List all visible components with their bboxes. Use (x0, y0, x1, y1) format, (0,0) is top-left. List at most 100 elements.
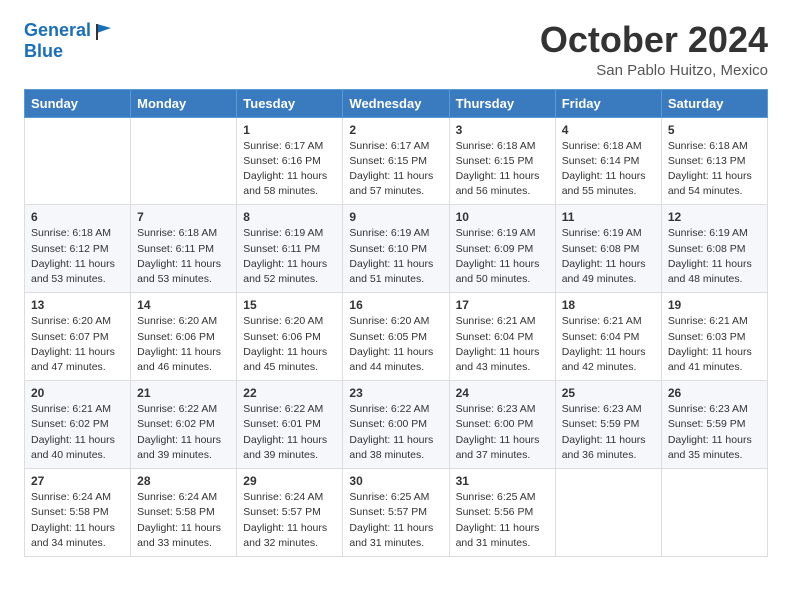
weekday-header-saturday: Saturday (661, 89, 767, 117)
calendar-cell: 12 Sunrise: 6:19 AM Sunset: 6:08 PM Dayli… (661, 205, 767, 293)
cell-info: Sunrise: 6:17 AM Sunset: 6:16 PM Dayligh… (243, 139, 336, 200)
cell-info: Sunrise: 6:22 AM Sunset: 6:01 PM Dayligh… (243, 402, 336, 463)
day-number: 9 (349, 210, 442, 224)
cell-info: Sunrise: 6:19 AM Sunset: 6:08 PM Dayligh… (668, 226, 761, 287)
day-number: 10 (456, 210, 549, 224)
cell-info: Sunrise: 6:19 AM Sunset: 6:11 PM Dayligh… (243, 226, 336, 287)
weekday-header-friday: Friday (555, 89, 661, 117)
page-header: General Blue October 2024 San Pablo Huit… (24, 20, 768, 79)
calendar-cell: 28 Sunrise: 6:24 AM Sunset: 5:58 PM Dayli… (131, 469, 237, 557)
day-number: 14 (137, 298, 230, 312)
cell-info: Sunrise: 6:22 AM Sunset: 6:00 PM Dayligh… (349, 402, 442, 463)
calendar-cell: 13Sunrise: 6:20 AM Sunset: 6:07 PM Dayli… (25, 293, 131, 381)
logo-text-general: General (24, 21, 91, 41)
cell-info: Sunrise: 6:23 AM Sunset: 5:59 PM Dayligh… (668, 402, 761, 463)
calendar-cell: 25 Sunrise: 6:23 AM Sunset: 5:59 PM Dayli… (555, 381, 661, 469)
cell-info: Sunrise: 6:20 AM Sunset: 6:06 PM Dayligh… (137, 314, 230, 375)
cell-info: Sunrise: 6:19 AM Sunset: 6:08 PM Dayligh… (562, 226, 655, 287)
day-number: 1 (243, 123, 336, 137)
day-number: 16 (349, 298, 442, 312)
day-number: 28 (137, 474, 230, 488)
calendar-cell (555, 469, 661, 557)
calendar-cell: 2 Sunrise: 6:17 AM Sunset: 6:15 PM Daylig… (343, 117, 449, 205)
calendar-cell: 19 Sunrise: 6:21 AM Sunset: 6:03 PM Dayli… (661, 293, 767, 381)
cell-info: Sunrise: 6:22 AM Sunset: 6:02 PM Dayligh… (137, 402, 230, 463)
day-number: 20 (31, 386, 124, 400)
calendar-cell: 15 Sunrise: 6:20 AM Sunset: 6:06 PM Dayli… (237, 293, 343, 381)
calendar-cell: 7Sunrise: 6:18 AM Sunset: 6:11 PM Daylig… (131, 205, 237, 293)
calendar-cell: 11 Sunrise: 6:19 AM Sunset: 6:08 PM Dayli… (555, 205, 661, 293)
calendar-cell: 18 Sunrise: 6:21 AM Sunset: 6:04 PM Dayli… (555, 293, 661, 381)
calendar-cell: 1 Sunrise: 6:17 AM Sunset: 6:16 PM Daylig… (237, 117, 343, 205)
week-row-1: 1 Sunrise: 6:17 AM Sunset: 6:16 PM Daylig… (25, 117, 768, 205)
calendar-cell: 27Sunrise: 6:24 AM Sunset: 5:58 PM Dayli… (25, 469, 131, 557)
cell-info: Sunrise: 6:23 AM Sunset: 5:59 PM Dayligh… (562, 402, 655, 463)
week-row-4: 20Sunrise: 6:21 AM Sunset: 6:02 PM Dayli… (25, 381, 768, 469)
day-number: 5 (668, 123, 761, 137)
day-number: 18 (562, 298, 655, 312)
calendar-cell: 10 Sunrise: 6:19 AM Sunset: 6:09 PM Dayli… (449, 205, 555, 293)
cell-info: Sunrise: 6:21 AM Sunset: 6:03 PM Dayligh… (668, 314, 761, 375)
week-row-5: 27 Sunrise: 6:24 AM Sunset: 5:58 PM Dayli… (25, 469, 768, 557)
day-number: 15 (243, 298, 336, 312)
calendar-cell (661, 469, 767, 557)
day-number: 22 (243, 386, 336, 400)
day-number: 11 (562, 210, 655, 224)
cell-info: Sunrise: 6:20 AM Sunset: 6:06 PM Dayligh… (243, 314, 336, 375)
day-number: 24 (456, 386, 549, 400)
calendar-cell (25, 117, 131, 205)
cell-info: Sunrise: 6:24 AM Sunset: 5:58 PM Dayligh… (137, 490, 230, 551)
day-number: 25 (562, 386, 655, 400)
calendar-cell: 8 Sunrise: 6:19 AM Sunset: 6:11 PM Daylig… (237, 205, 343, 293)
cell-info: Sunrise: 6:20 AM Sunset: 6:05 PM Dayligh… (349, 314, 442, 375)
day-number: 3 (456, 123, 549, 137)
weekday-header-sunday: Sunday (25, 89, 131, 117)
calendar-cell (131, 117, 237, 205)
logo-text-blue: Blue (24, 41, 63, 61)
day-number: 8 (243, 210, 336, 224)
day-number: 21 (137, 386, 230, 400)
logo: General Blue (24, 20, 115, 62)
day-number: 30 (349, 474, 442, 488)
day-number: 12 (668, 210, 761, 224)
day-number: 26 (668, 386, 761, 400)
cell-info: Sunrise: 6:19 AM Sunset: 6:09 PM Dayligh… (456, 226, 549, 287)
cell-info: Sunrise: 6:23 AM Sunset: 6:00 PM Dayligh… (456, 402, 549, 463)
day-number: 19 (668, 298, 761, 312)
location-subtitle: San Pablo Huitzo, Mexico (540, 62, 768, 79)
calendar-cell: 20Sunrise: 6:21 AM Sunset: 6:02 PM Dayli… (25, 381, 131, 469)
day-number: 4 (562, 123, 655, 137)
calendar-cell: 26 Sunrise: 6:23 AM Sunset: 5:59 PM Dayli… (661, 381, 767, 469)
title-block: October 2024 San Pablo Huitzo, Mexico (540, 20, 768, 79)
calendar-cell: 5 Sunrise: 6:18 AM Sunset: 6:13 PM Daylig… (661, 117, 767, 205)
weekday-header-wednesday: Wednesday (343, 89, 449, 117)
cell-info: Sunrise: 6:18 AM Sunset: 6:15 PM Dayligh… (456, 139, 549, 200)
cell-info: Sunrise: 6:21 AM Sunset: 6:04 PM Dayligh… (562, 314, 655, 375)
cell-info: Sunrise: 6:21 AM Sunset: 6:04 PM Dayligh… (456, 314, 549, 375)
cell-info: Sunrise: 6:18 AM Sunset: 6:13 PM Dayligh… (668, 139, 761, 200)
calendar-table: SundayMondayTuesdayWednesdayThursdayFrid… (24, 89, 768, 557)
logo-flag-icon (93, 20, 115, 42)
weekday-header-row: SundayMondayTuesdayWednesdayThursdayFrid… (25, 89, 768, 117)
calendar-cell: 17 Sunrise: 6:21 AM Sunset: 6:04 PM Dayli… (449, 293, 555, 381)
day-number: 6 (31, 210, 124, 224)
day-number: 31 (456, 474, 549, 488)
cell-info: Sunrise: 6:20 AM Sunset: 6:07 PM Dayligh… (31, 314, 124, 375)
calendar-cell: 31Sunrise: 6:25 AM Sunset: 5:56 PM Dayli… (449, 469, 555, 557)
calendar-cell: 29Sunrise: 6:24 AM Sunset: 5:57 PM Dayli… (237, 469, 343, 557)
week-row-3: 13Sunrise: 6:20 AM Sunset: 6:07 PM Dayli… (25, 293, 768, 381)
day-number: 17 (456, 298, 549, 312)
day-number: 2 (349, 123, 442, 137)
calendar-cell: 6Sunrise: 6:18 AM Sunset: 6:12 PM Daylig… (25, 205, 131, 293)
day-number: 27 (31, 474, 124, 488)
calendar-cell: 9Sunrise: 6:19 AM Sunset: 6:10 PM Daylig… (343, 205, 449, 293)
calendar-cell: 22 Sunrise: 6:22 AM Sunset: 6:01 PM Dayli… (237, 381, 343, 469)
calendar-cell: 21 Sunrise: 6:22 AM Sunset: 6:02 PM Dayli… (131, 381, 237, 469)
cell-info: Sunrise: 6:25 AM Sunset: 5:57 PM Dayligh… (349, 490, 442, 551)
calendar-cell: 14 Sunrise: 6:20 AM Sunset: 6:06 PM Dayli… (131, 293, 237, 381)
calendar-cell: 3 Sunrise: 6:18 AM Sunset: 6:15 PM Daylig… (449, 117, 555, 205)
cell-info: Sunrise: 6:24 AM Sunset: 5:57 PM Dayligh… (243, 490, 336, 551)
day-number: 23 (349, 386, 442, 400)
cell-info: Sunrise: 6:17 AM Sunset: 6:15 PM Dayligh… (349, 139, 442, 200)
calendar-cell: 24 Sunrise: 6:23 AM Sunset: 6:00 PM Dayli… (449, 381, 555, 469)
